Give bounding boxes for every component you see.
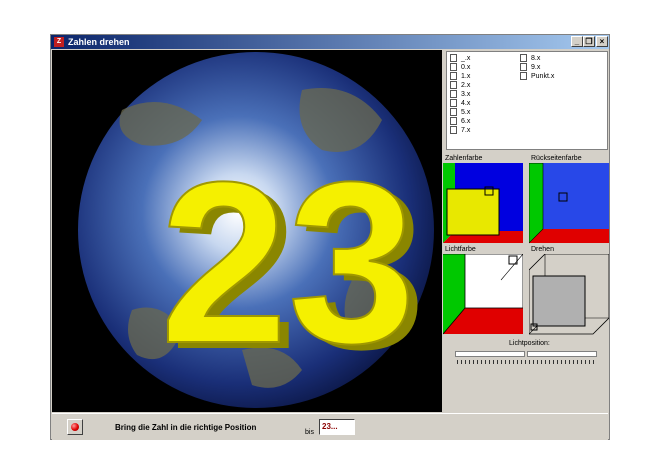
file-icon bbox=[450, 63, 457, 72]
check-button[interactable] bbox=[67, 419, 83, 435]
status-message: Bring die Zahl in die richtige Position bbox=[115, 423, 257, 432]
minimize-button[interactable]: _ bbox=[571, 36, 583, 47]
bis-label: bis bbox=[305, 429, 314, 436]
file-icon bbox=[450, 117, 457, 126]
list-item[interactable]: 0.x bbox=[450, 63, 470, 72]
app-window: Z Zahlen drehen _ ❐ × 23 23 _.x 0.x 1.x … bbox=[50, 34, 610, 440]
restore-button[interactable]: ❐ bbox=[583, 36, 595, 47]
digit-face: 23 bbox=[160, 134, 416, 391]
file-icon bbox=[450, 108, 457, 117]
lichtposition-label: Lichtposition: bbox=[509, 340, 550, 347]
control-panel: _.x 0.x 1.x 2.x 3.x 4.x 5.x 6.x 7.x 8.x … bbox=[443, 50, 609, 412]
rueckseitenfarbe-label: Rückseitenfarbe bbox=[531, 155, 582, 162]
title-bar[interactable]: Z Zahlen drehen _ ❐ × bbox=[51, 35, 609, 49]
status-bar: Bring die Zahl in die richtige Position … bbox=[52, 413, 608, 440]
earth-globe: 23 23 bbox=[78, 52, 434, 408]
file-icon bbox=[450, 126, 457, 135]
list-item[interactable]: 3.x bbox=[450, 90, 470, 99]
file-icon bbox=[520, 63, 527, 72]
lichtfarbe-color-cube[interactable] bbox=[443, 254, 523, 336]
rueckseitenfarbe-color-cube[interactable] bbox=[529, 163, 609, 245]
lichtfarbe-label: Lichtfarbe bbox=[445, 246, 476, 253]
list-item[interactable]: 4.x bbox=[450, 99, 470, 108]
list-item[interactable]: 2.x bbox=[450, 81, 470, 90]
list-item[interactable]: 8.x bbox=[520, 54, 540, 63]
file-icon bbox=[450, 54, 457, 63]
file-icon bbox=[450, 72, 457, 81]
app-icon: Z bbox=[54, 37, 64, 47]
list-item[interactable]: 5.x bbox=[450, 108, 470, 117]
file-icon bbox=[520, 54, 527, 63]
list-item[interactable]: 1.x bbox=[450, 72, 470, 81]
list-item[interactable]: 7.x bbox=[450, 126, 470, 135]
list-item[interactable]: 6.x bbox=[450, 117, 470, 126]
list-item[interactable]: 9.x bbox=[520, 63, 540, 72]
list-item[interactable]: Punkt.x bbox=[520, 72, 554, 81]
3d-scene-view[interactable]: 23 23 bbox=[52, 50, 442, 412]
drehen-rotation-cube[interactable] bbox=[529, 254, 609, 336]
file-list[interactable]: _.x 0.x 1.x 2.x 3.x 4.x 5.x 6.x 7.x 8.x … bbox=[446, 51, 608, 150]
file-icon bbox=[450, 99, 457, 108]
close-button[interactable]: × bbox=[596, 36, 608, 47]
file-icon bbox=[450, 90, 457, 99]
file-icon bbox=[450, 81, 457, 90]
lichtposition-slider-vertical[interactable] bbox=[527, 351, 597, 357]
drehen-label: Drehen bbox=[531, 246, 554, 253]
number-23-model: 23 23 bbox=[159, 133, 426, 397]
zahlenfarbe-color-cube[interactable] bbox=[443, 163, 523, 245]
file-icon bbox=[520, 72, 527, 81]
target-number-field[interactable]: 23... bbox=[319, 419, 355, 435]
list-item[interactable]: _.x bbox=[450, 54, 470, 63]
window-title: Zahlen drehen bbox=[68, 37, 130, 47]
red-light-icon bbox=[71, 423, 79, 431]
zahlenfarbe-label: Zahlenfarbe bbox=[445, 155, 483, 162]
lichtposition-slider-horizontal[interactable] bbox=[455, 351, 525, 357]
slider-ticks bbox=[457, 360, 597, 364]
